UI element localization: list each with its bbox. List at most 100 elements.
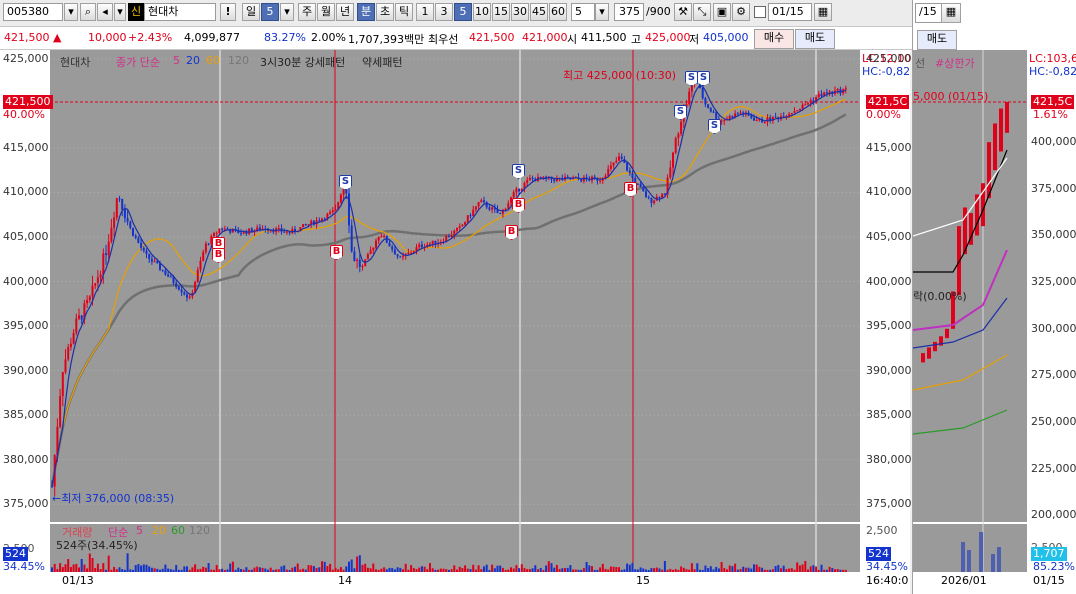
- candle-body: [396, 254, 399, 257]
- volume-bar: [793, 569, 796, 572]
- x-label-day2: 14: [338, 574, 352, 587]
- candle-body: [361, 266, 364, 268]
- interval-3-button[interactable]: 3: [435, 3, 453, 21]
- count-input[interactable]: 5: [571, 3, 595, 21]
- volume-bar: [650, 568, 653, 572]
- period-tick-button[interactable]: 틱: [395, 3, 413, 21]
- period-second-button[interactable]: 초: [376, 3, 394, 21]
- legend-weak-pattern[interactable]: 약세패턴: [362, 54, 402, 70]
- trade-amount: 1,707,393백만: [348, 33, 425, 46]
- volume-bar: [253, 567, 256, 572]
- candle-body: [553, 179, 556, 182]
- volume-bar: [364, 563, 367, 572]
- volume-bar: [439, 568, 442, 572]
- volume-bar: [51, 567, 53, 572]
- volume-bar: [491, 564, 494, 572]
- volume-bar: [188, 569, 191, 572]
- candle-body: [199, 260, 202, 271]
- volume-bar: [782, 565, 785, 572]
- stock-name-field[interactable]: 현대차: [144, 3, 216, 21]
- side-sell-button[interactable]: 매도: [917, 30, 957, 50]
- period-day-button[interactable]: 일: [242, 3, 260, 21]
- candle-body: [105, 253, 107, 256]
- stock-code-input[interactable]: 005380: [3, 3, 63, 21]
- candle-body: [177, 286, 180, 290]
- search-icon[interactable]: ⌕: [80, 3, 96, 21]
- interval-60-button[interactable]: 60: [549, 3, 567, 21]
- interval-5-button[interactable]: 5: [454, 3, 472, 21]
- speaker-dropdown-button[interactable]: ▾: [114, 3, 126, 21]
- period-year-button[interactable]: 년: [336, 3, 354, 21]
- candle-body: [483, 200, 485, 203]
- interval-15-button[interactable]: 15: [492, 3, 510, 21]
- volume-bar: [831, 568, 834, 572]
- candle-body: [793, 111, 796, 113]
- low-price: 405,000: [703, 31, 749, 44]
- x-label-day1: 01/13: [62, 574, 94, 587]
- candle-body: [304, 224, 307, 226]
- count-dropdown-button[interactable]: ▾: [595, 3, 609, 21]
- volume-bar: [774, 566, 777, 572]
- volume-bar: [766, 569, 769, 572]
- price-chart-svg[interactable]: [0, 50, 910, 594]
- interval-1-button[interactable]: 1: [416, 3, 434, 21]
- period-month-button[interactable]: 월: [317, 3, 335, 21]
- indicator-icon[interactable]: ⚒: [674, 3, 692, 21]
- volume-bar: [196, 569, 199, 572]
- volume-bar: [183, 566, 186, 572]
- sell-button[interactable]: 매도: [795, 29, 835, 49]
- code-dropdown-button[interactable]: ▾: [64, 3, 78, 21]
- y-tick-label: 400,000: [866, 274, 912, 288]
- date-input[interactable]: 01/15: [768, 3, 812, 21]
- save-icon[interactable]: ▣: [713, 3, 731, 21]
- candle-body: [204, 243, 207, 253]
- volume-bar: [237, 567, 240, 572]
- period-week-button[interactable]: 주: [298, 3, 316, 21]
- volume-bar: [582, 568, 585, 572]
- period-dropdown-button[interactable]: ▾: [280, 3, 294, 21]
- date-checkbox[interactable]: [754, 6, 766, 18]
- period-minute-button[interactable]: 분: [357, 3, 375, 21]
- volume-bar: [426, 569, 429, 572]
- volume-bar: [520, 564, 523, 572]
- volume-bar: [612, 566, 615, 572]
- volume-bar: [537, 569, 539, 572]
- buy-button[interactable]: 매수: [754, 29, 794, 49]
- volume-bar: [728, 565, 731, 572]
- interval-30-button[interactable]: 30: [511, 3, 529, 21]
- candle-body: [642, 187, 645, 192]
- volume-bar: [450, 569, 453, 572]
- period-value-box[interactable]: 5: [261, 3, 279, 21]
- side-hc-label: HC:-0,82: [1029, 65, 1076, 78]
- candle-body: [164, 270, 167, 275]
- legend-strong-pattern[interactable]: 3시30분 강세패턴: [260, 54, 345, 70]
- volume-bar: [123, 569, 126, 572]
- volume-bar: [242, 569, 245, 572]
- scroll-position-input[interactable]: 375: [614, 3, 644, 21]
- volume-shares-label: 524주(34.45%): [56, 539, 138, 552]
- volume-bar: [618, 567, 620, 572]
- speaker-icon[interactable]: ◂: [97, 3, 113, 21]
- candle-body: [318, 220, 321, 222]
- candle-body: [709, 108, 712, 112]
- side-y-tick-label: 350,000: [1031, 228, 1076, 242]
- candle-body: [731, 116, 734, 118]
- draw-tool-icon[interactable]: ⤡: [693, 3, 711, 21]
- candle-body: [118, 198, 121, 200]
- interval-45-button[interactable]: 45: [530, 3, 548, 21]
- candle-body: [647, 197, 650, 199]
- volume-bar: [458, 566, 461, 572]
- warning-button[interactable]: !: [220, 3, 236, 21]
- candle-body: [277, 228, 280, 230]
- volume-bar: [418, 567, 421, 572]
- volume-bar: [72, 564, 75, 572]
- calendar-icon[interactable]: ▦: [814, 3, 832, 21]
- interval-10-button[interactable]: 10: [473, 3, 491, 21]
- candle-body: [515, 188, 518, 193]
- volume-bar: [466, 568, 469, 572]
- volume-bar: [53, 563, 56, 572]
- side-calendar-icon[interactable]: ▦: [941, 3, 961, 23]
- volume-bar: [790, 568, 793, 572]
- best-ask: 421,500: [469, 31, 515, 44]
- gear-icon[interactable]: ⚙: [732, 3, 750, 21]
